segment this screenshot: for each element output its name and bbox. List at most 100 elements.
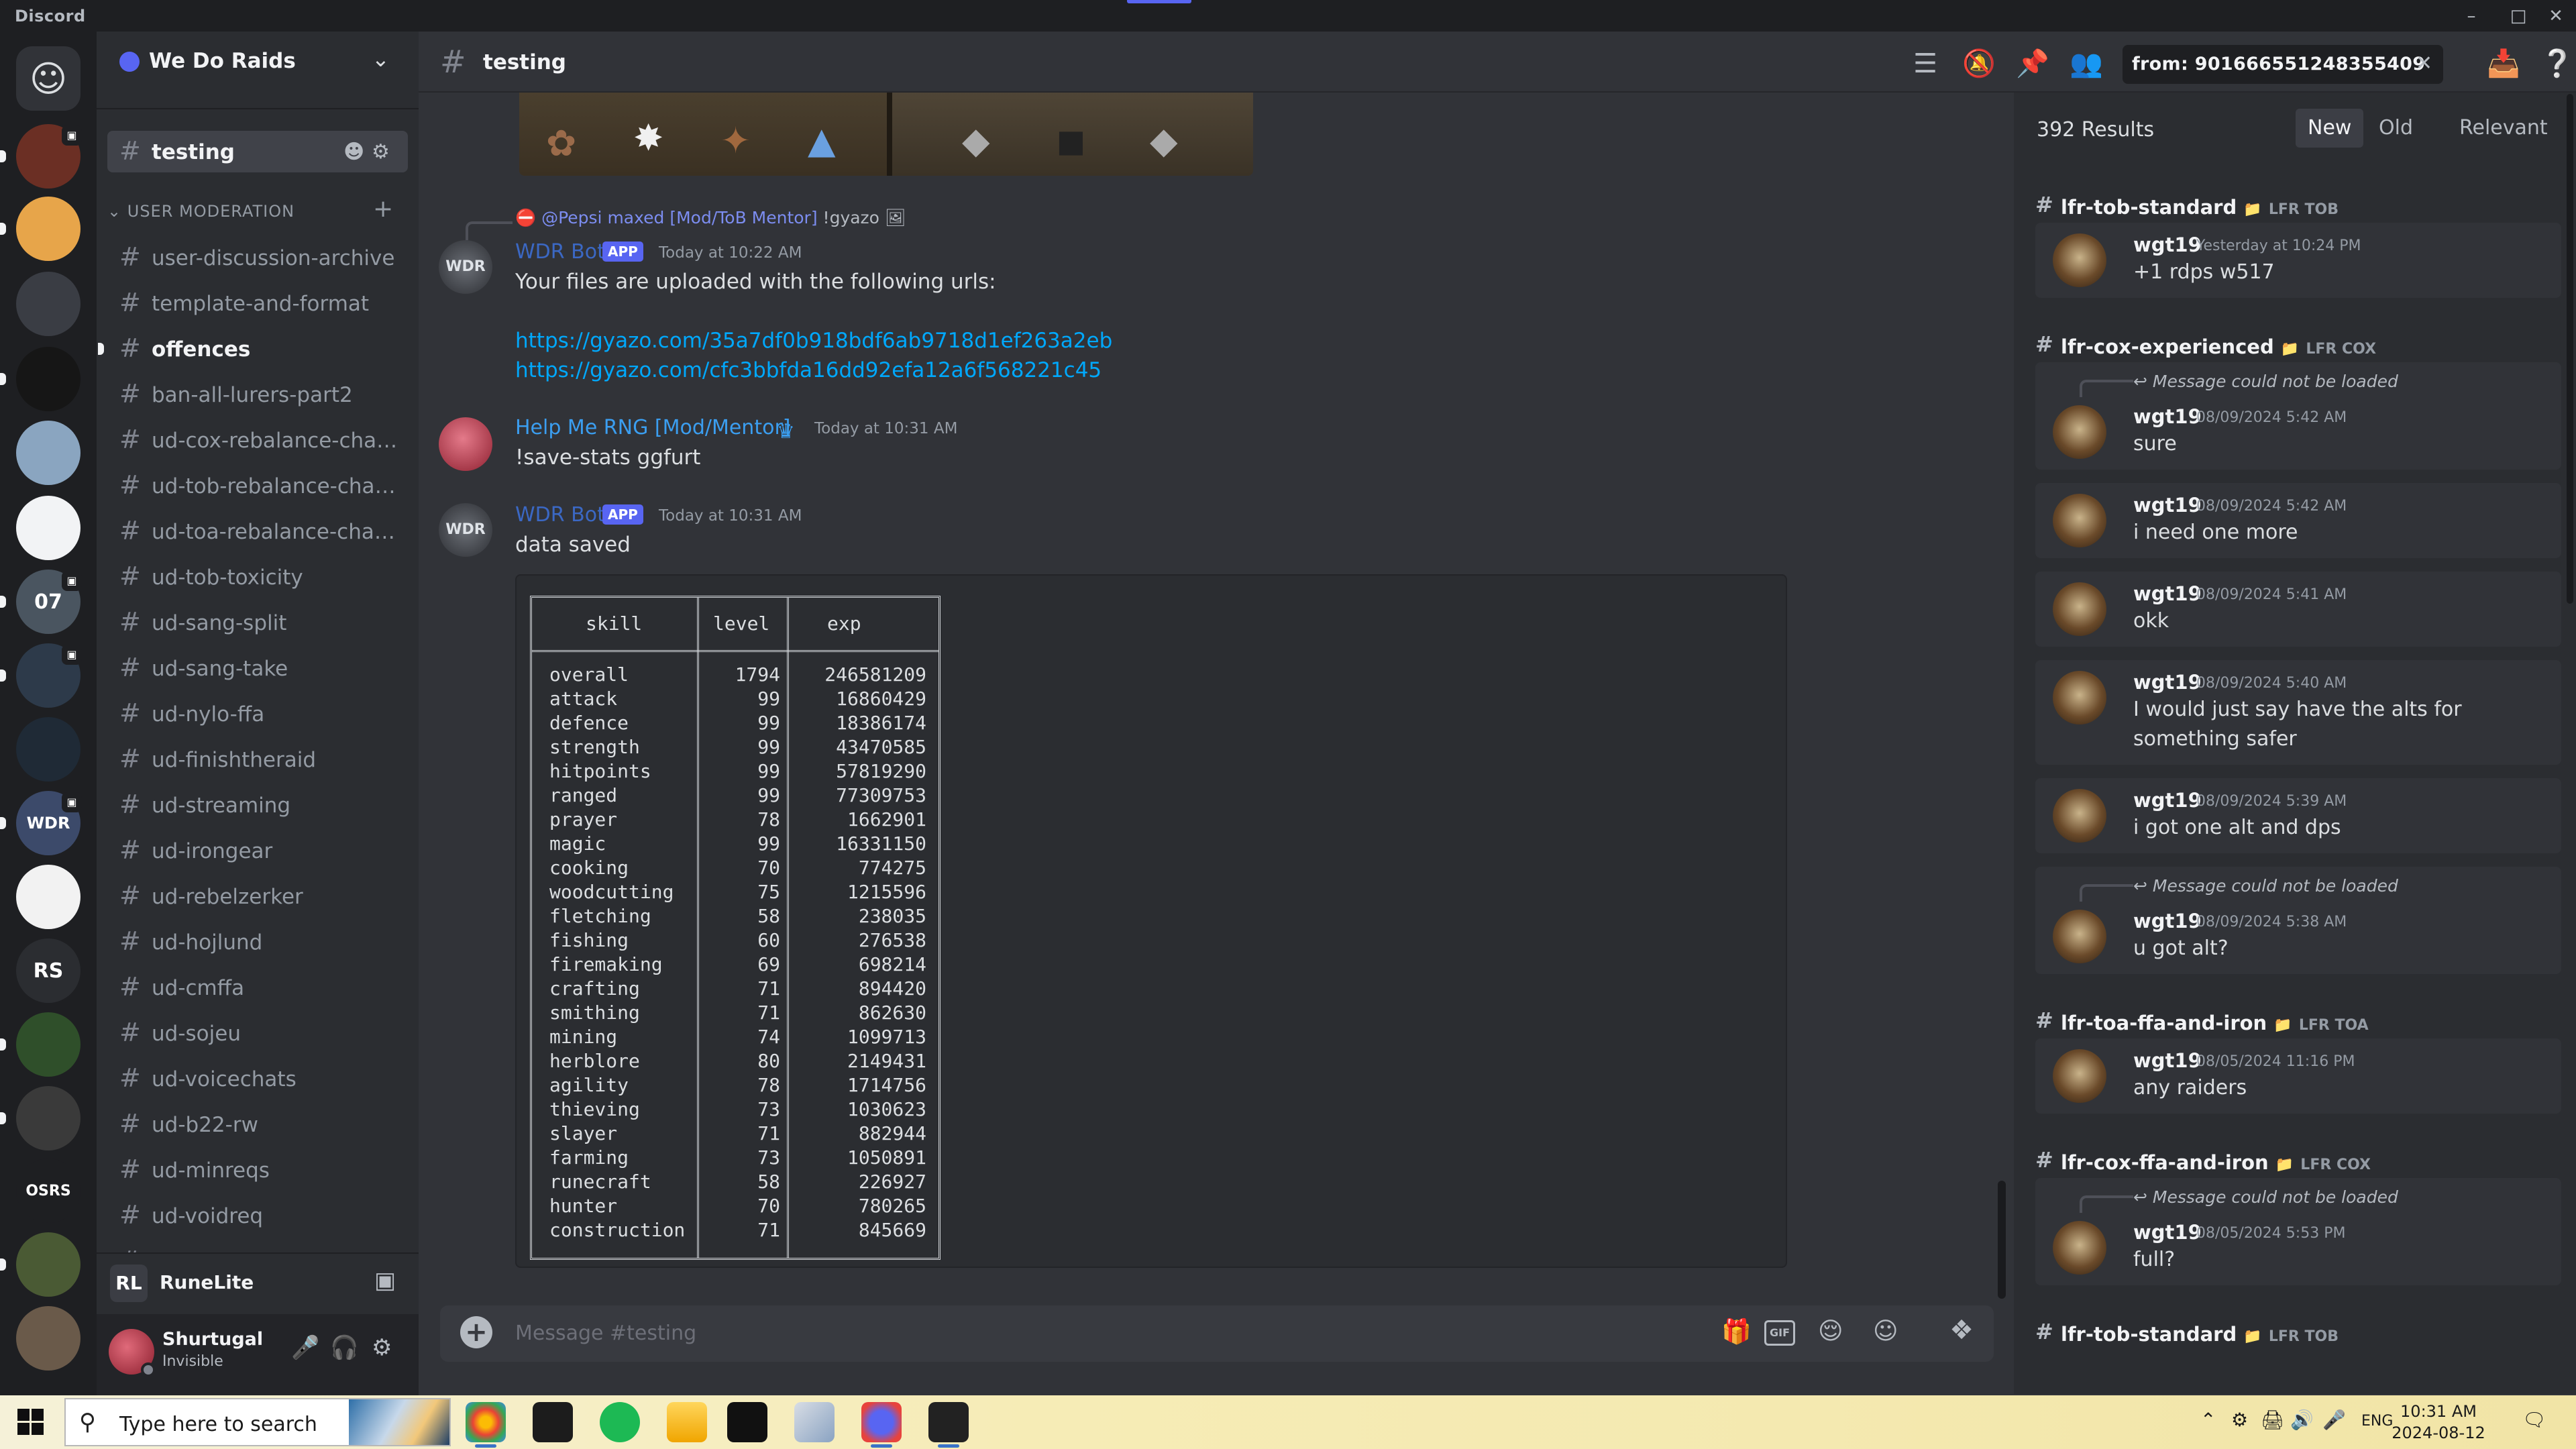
clock[interactable]: 10:31 AM 2024-08-12 xyxy=(2388,1401,2489,1444)
server-icon[interactable]: RS xyxy=(16,938,80,1003)
channel-item[interactable]: # ud-hojlund xyxy=(107,918,408,964)
message-composer[interactable]: + Message #testing 🎁 GIF 😌 ☺ xyxy=(440,1305,1994,1362)
avatar[interactable]: WDR xyxy=(439,503,492,557)
microphone-icon[interactable]: 🎤 xyxy=(2322,1409,2346,1431)
search-result-item[interactable]: wgt19 08/09/2024 5:42 AM i need one more xyxy=(2035,483,2561,558)
server-icon[interactable] xyxy=(16,1012,80,1077)
avatar[interactable] xyxy=(2053,494,2106,547)
avatar[interactable] xyxy=(2053,1049,2106,1103)
discord-app-icon[interactable] xyxy=(861,1402,902,1448)
channel-item[interactable]: # ud-cox-rebalance-chang... xyxy=(107,417,408,462)
threads-icon[interactable]: ☰ xyxy=(1907,45,1944,83)
app-icon[interactable] xyxy=(794,1402,835,1442)
app-icon[interactable] xyxy=(727,1402,767,1442)
guild-header[interactable]: We Do Raids ⌄ xyxy=(97,32,419,109)
result-author[interactable]: wgt19 xyxy=(2133,582,2202,605)
channel-item[interactable]: # ud-irongear xyxy=(107,827,408,873)
author-name[interactable]: Help Me RNG [Mod/Mentor] xyxy=(515,416,790,439)
channel-item[interactable]: # ud-sang-take xyxy=(107,645,408,690)
minimize-icon[interactable]: – xyxy=(2458,3,2485,30)
close-icon[interactable]: ✕ xyxy=(2542,3,2569,30)
volume-icon[interactable]: 🔊 xyxy=(2290,1409,2314,1431)
apps-icon[interactable]: ❖ xyxy=(1941,1315,1982,1355)
result-channel-header[interactable]: # lfr-cox-experienced 📁 LFR COX xyxy=(2035,329,2561,362)
channel-item[interactable]: # ud-voicechats xyxy=(107,1055,408,1101)
members-icon[interactable]: 👥 xyxy=(2068,45,2105,83)
channel-item[interactable]: # user-discussion-archive xyxy=(107,234,408,280)
avatar[interactable]: WDR xyxy=(439,240,492,294)
sticker-icon[interactable]: 😌 xyxy=(1818,1318,1843,1345)
gif-icon[interactable]: GIF xyxy=(1764,1320,1795,1346)
image-attachment[interactable]: ✿ ✸ ✦ ▲ ◆ ◼ ◆ xyxy=(519,93,1253,176)
microphone-icon[interactable]: 🎤 xyxy=(291,1334,319,1361)
category-label[interactable]: ⌄ USER MODERATION xyxy=(107,202,294,221)
pin-icon[interactable]: 📌 xyxy=(2014,45,2051,83)
reply-mention[interactable]: @Pepsi maxed [Mod/ToB Mentor] xyxy=(541,208,818,227)
result-author[interactable]: wgt19 xyxy=(2133,494,2202,517)
message-link[interactable]: https://gyazo.com/35a7df0b918bdf6ab9718d… xyxy=(515,329,1112,353)
server-icon[interactable] xyxy=(16,865,80,929)
search-result-item[interactable]: wgt19 08/09/2024 5:40 AM I would just say … xyxy=(2035,660,2561,765)
maximize-icon[interactable]: □ xyxy=(2505,3,2532,30)
result-author[interactable]: wgt19 xyxy=(2133,1221,2202,1244)
search-result-item[interactable]: ↩ Message could not be loaded wgt19 08/09/… xyxy=(2035,362,2561,470)
result-author[interactable]: wgt19 xyxy=(2133,671,2202,694)
channel-item[interactable]: # offences xyxy=(98,325,408,371)
server-icon[interactable] xyxy=(16,197,80,261)
server-icon[interactable] xyxy=(16,272,80,336)
nvidia-app-icon[interactable] xyxy=(533,1402,573,1442)
channel-item[interactable]: # ud-voidreq xyxy=(107,1192,408,1238)
channel-item[interactable]: # ud-nylo-ffa xyxy=(107,690,408,736)
result-author[interactable]: wgt19 xyxy=(2133,233,2202,256)
notifications-icon[interactable]: 🗨 xyxy=(2522,1409,2546,1431)
spotify-app-icon[interactable] xyxy=(600,1402,640,1442)
server-icon[interactable] xyxy=(16,717,80,782)
search-result-item[interactable]: ↩ Message could not be loaded wgt19 08/09/… xyxy=(2035,867,2561,974)
file-explorer-icon[interactable] xyxy=(667,1402,707,1442)
avatar[interactable] xyxy=(2053,671,2106,724)
server-icon[interactable] xyxy=(16,347,80,411)
message-link[interactable]: https://gyazo.com/cfc3bbfda16dd92efa12a6… xyxy=(515,358,1102,382)
help-icon[interactable]: ❔ xyxy=(2538,45,2576,83)
result-author[interactable]: wgt19 xyxy=(2133,910,2202,932)
headphones-icon[interactable]: 🎧 xyxy=(330,1334,358,1361)
clear-search-icon[interactable]: ✕ xyxy=(2416,52,2432,75)
gear-icon[interactable]: ⚙ xyxy=(372,1334,392,1361)
network-icon[interactable]: 🖨 xyxy=(2261,1409,2285,1431)
results-scrollbar[interactable] xyxy=(2567,94,2573,604)
result-channel-header[interactable]: # lfr-cox-ffa-and-iron 📁 LFR COX xyxy=(2035,1144,2561,1178)
search-result-item[interactable]: wgt19 Yesterday at 10:24 PM +1 rdps w517 xyxy=(2035,223,2561,298)
search-result-item[interactable]: wgt19 08/09/2024 5:41 AM okk xyxy=(2035,572,2561,647)
search-result-item[interactable]: ↩ Message could not be loaded wgt19 08/05/… xyxy=(2035,1178,2561,1285)
channel-item[interactable]: # template-and-format xyxy=(107,280,408,325)
sort-relevant-button[interactable]: Relevant xyxy=(2447,109,2560,148)
inbox-icon[interactable]: 📥 xyxy=(2485,45,2522,83)
channel-item[interactable]: # ud-b22-rw xyxy=(107,1101,408,1146)
author-name[interactable]: WDR Bot xyxy=(515,240,605,264)
channel-item[interactable]: # ud-cmffa xyxy=(107,964,408,1010)
tray-app-icon[interactable]: ⚙ xyxy=(2231,1409,2248,1431)
message-input[interactable]: Message #testing xyxy=(515,1322,696,1345)
server-icon[interactable] xyxy=(16,1086,80,1150)
result-channel-header[interactable]: # lfr-tob-standard 📁 LFR TOB xyxy=(2035,1316,2561,1350)
taskbar-search[interactable]: ⚲ Type here to search xyxy=(64,1398,451,1446)
mute-bell-icon[interactable]: 🔕 xyxy=(1960,45,1998,83)
gear-icon[interactable]: ⚙ xyxy=(372,140,390,164)
search-result-item[interactable]: wgt19 08/09/2024 5:39 AM i got one alt and… xyxy=(2035,778,2561,853)
avatar[interactable] xyxy=(439,417,492,471)
search-input[interactable]: from: 901666551248355409 ✕ xyxy=(2123,45,2443,84)
channel-item[interactable]: # ud-toa-rebalance-chang... xyxy=(107,508,408,553)
server-icon[interactable] xyxy=(16,421,80,485)
channel-item[interactable]: # ud-streaming xyxy=(107,782,408,827)
avatar[interactable] xyxy=(2053,233,2106,287)
server-icon[interactable] xyxy=(16,1232,80,1297)
server-icon[interactable] xyxy=(16,1306,80,1371)
channel-item[interactable]: # ud-finishtheraid xyxy=(107,736,408,782)
add-attachment-button[interactable]: + xyxy=(460,1316,492,1348)
result-author[interactable]: wgt19 xyxy=(2133,405,2202,428)
avatar[interactable] xyxy=(2053,789,2106,843)
add-channel-icon[interactable]: + xyxy=(373,195,393,223)
result-author[interactable]: wgt19 xyxy=(2133,1049,2202,1072)
channel-item[interactable]: # ud-sang-split xyxy=(107,599,408,645)
avatar[interactable] xyxy=(2053,405,2106,459)
